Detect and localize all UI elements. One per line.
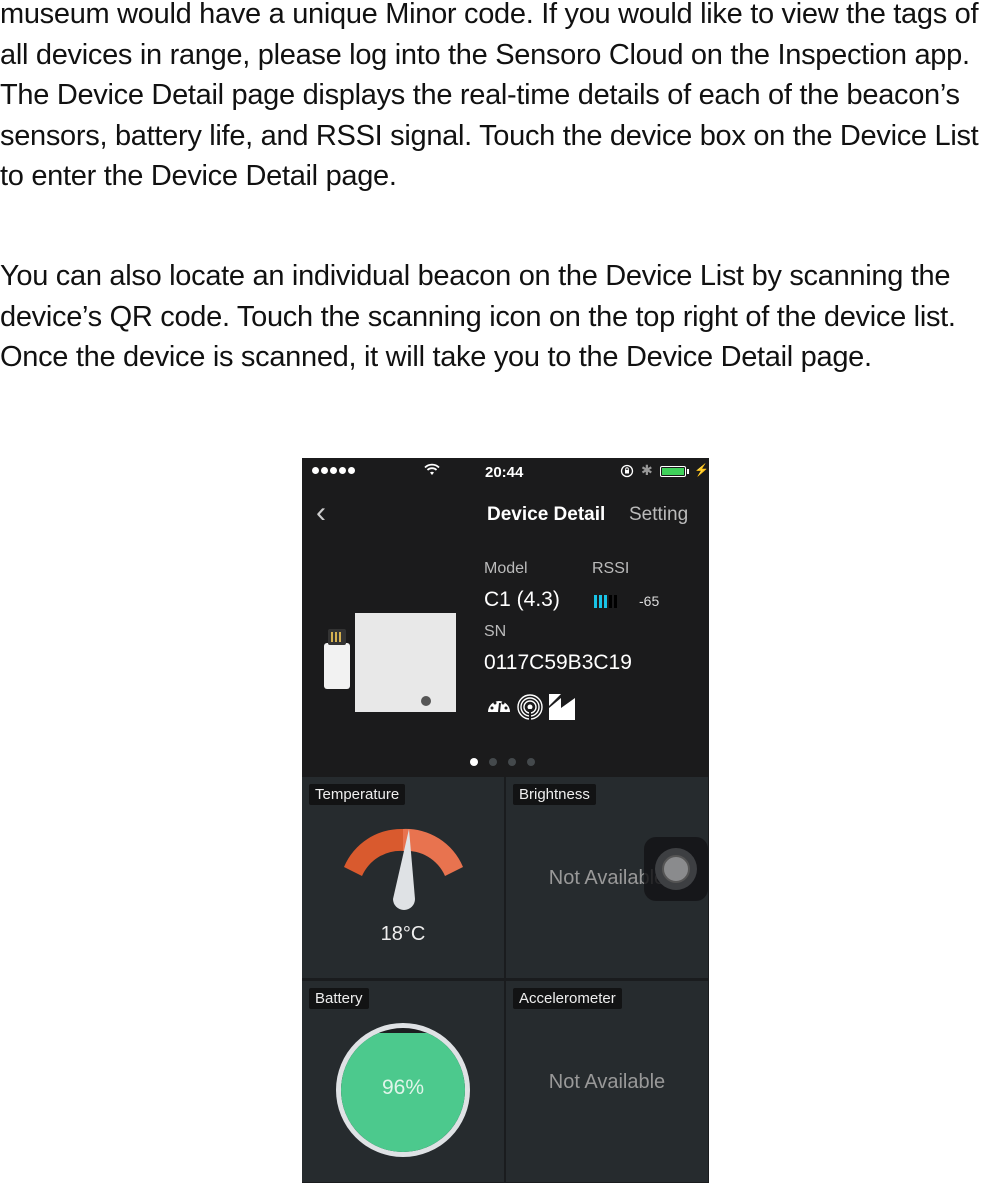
status-time: 20:44: [485, 464, 524, 481]
temperature-value: 18°C: [380, 923, 426, 945]
model-label: Model: [484, 560, 528, 577]
bluetooth-icon: ✱: [641, 462, 653, 478]
rssi-label: RSSI: [592, 560, 630, 577]
paragraph-minor-code: museum would have a unique Minor code. I…: [0, 0, 979, 71]
phone-screenshot: 20:44 ✱ ⚡ ‹ Device Detail Setting Model …: [302, 458, 709, 1183]
sensoro-logo-icon: [421, 696, 431, 706]
page-dot[interactable]: [489, 758, 497, 766]
usb-dongle: [324, 629, 350, 689]
signal-dots-icon: [312, 467, 355, 474]
sn-value: 0117C59B3C19: [484, 651, 632, 674]
brightness-label: Brightness: [513, 784, 596, 805]
rssi-bar: [614, 595, 617, 608]
paragraph-qr-scan: You can also locate an individual beacon…: [0, 260, 956, 373]
battery-value: 96%: [381, 1076, 425, 1099]
brightness-card[interactable]: Brightness Not Available: [506, 777, 708, 978]
page-title: Device Detail: [487, 504, 606, 525]
page-indicator[interactable]: [470, 758, 535, 766]
status-bar: 20:44 ✱ ⚡: [302, 458, 709, 486]
setting-button[interactable]: Setting: [629, 504, 688, 526]
back-button[interactable]: ‹: [316, 498, 326, 528]
accelerometer-value: Not Available: [548, 1071, 666, 1093]
rssi-bar: [599, 595, 602, 608]
temperature-gauge: [344, 828, 463, 910]
charging-bolt-icon: ⚡: [694, 463, 709, 477]
feature-icons: [487, 694, 575, 720]
intro-paragraph: museum would have a unique Minor code. I…: [0, 0, 993, 197]
paragraph-device-detail: The Device Detail page displays the real…: [0, 79, 979, 192]
wifi-icon: [424, 463, 440, 475]
sensor-grid: Temperature 18°C Brightness Not Availabl…: [302, 777, 709, 1183]
rssi-value: -65: [639, 593, 660, 609]
page-dot[interactable]: [470, 758, 478, 766]
nav-bar: ‹ Device Detail Setting: [302, 486, 709, 542]
rotation-lock-icon: [620, 464, 634, 478]
page-dot[interactable]: [508, 758, 516, 766]
model-value: C1 (4.3): [484, 588, 560, 611]
gauge-arc-left: [344, 828, 403, 876]
device-image: [324, 593, 464, 712]
beacon-box: [355, 613, 456, 712]
sn-label: SN: [484, 623, 507, 640]
radar-signal-icon: [517, 694, 543, 720]
gauge-icon: [488, 701, 510, 713]
battery-card[interactable]: Battery 96%: [302, 981, 504, 1182]
accelerometer-card[interactable]: Accelerometer Not Available: [506, 981, 708, 1182]
rssi-bar: [604, 595, 607, 608]
accelerometer-label: Accelerometer: [513, 988, 622, 1009]
assistive-touch-button[interactable]: [644, 837, 708, 901]
accelerometer-icon: [549, 694, 575, 720]
rssi-bar: [594, 595, 597, 608]
temperature-card[interactable]: Temperature 18°C: [302, 777, 504, 978]
rssi-signal-bars: [594, 595, 617, 608]
page-dot[interactable]: [527, 758, 535, 766]
battery-icon: [660, 466, 686, 477]
rssi-bar: [609, 595, 612, 608]
